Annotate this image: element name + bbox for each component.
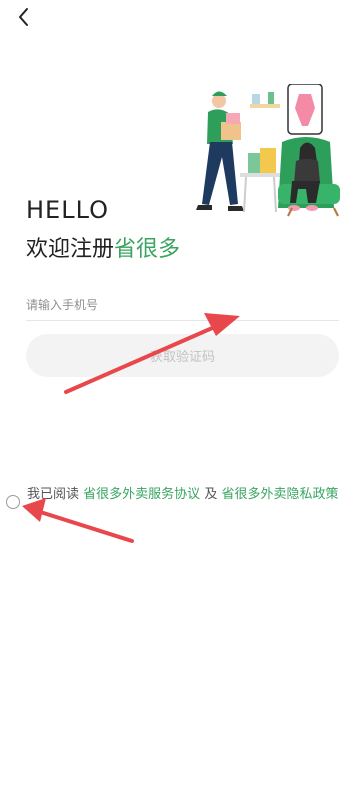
- hero-illustration: [196, 84, 340, 217]
- agreement-prefix: 我已阅读: [27, 487, 80, 502]
- phone-number-input[interactable]: [26, 290, 338, 320]
- shopper-figure: [278, 137, 340, 217]
- chevron-left-icon: [19, 8, 28, 26]
- back-button[interactable]: [12, 4, 36, 30]
- privacy-policy-link[interactable]: 省很多外卖隐私政策: [221, 487, 338, 502]
- brand-name: 省很多: [114, 237, 181, 262]
- phone-input-underline: [26, 320, 339, 321]
- get-verification-code-button[interactable]: 获取验证码: [26, 334, 339, 377]
- agreement-radio[interactable]: [6, 495, 20, 509]
- courier-figure: [196, 91, 244, 211]
- agreement-conjunction: 及: [204, 487, 218, 502]
- welcome-heading: 欢迎注册省很多: [26, 231, 180, 263]
- phone-screen: [287, 84, 323, 135]
- welcome-prefix: 欢迎注册: [26, 237, 115, 262]
- service-agreement-link[interactable]: 省很多外卖服务协议: [83, 487, 200, 502]
- agreement-text: 我已阅读 省很多外卖服务协议 及 省很多外卖隐私政策: [27, 485, 357, 505]
- hello-heading: HELLO: [26, 196, 109, 224]
